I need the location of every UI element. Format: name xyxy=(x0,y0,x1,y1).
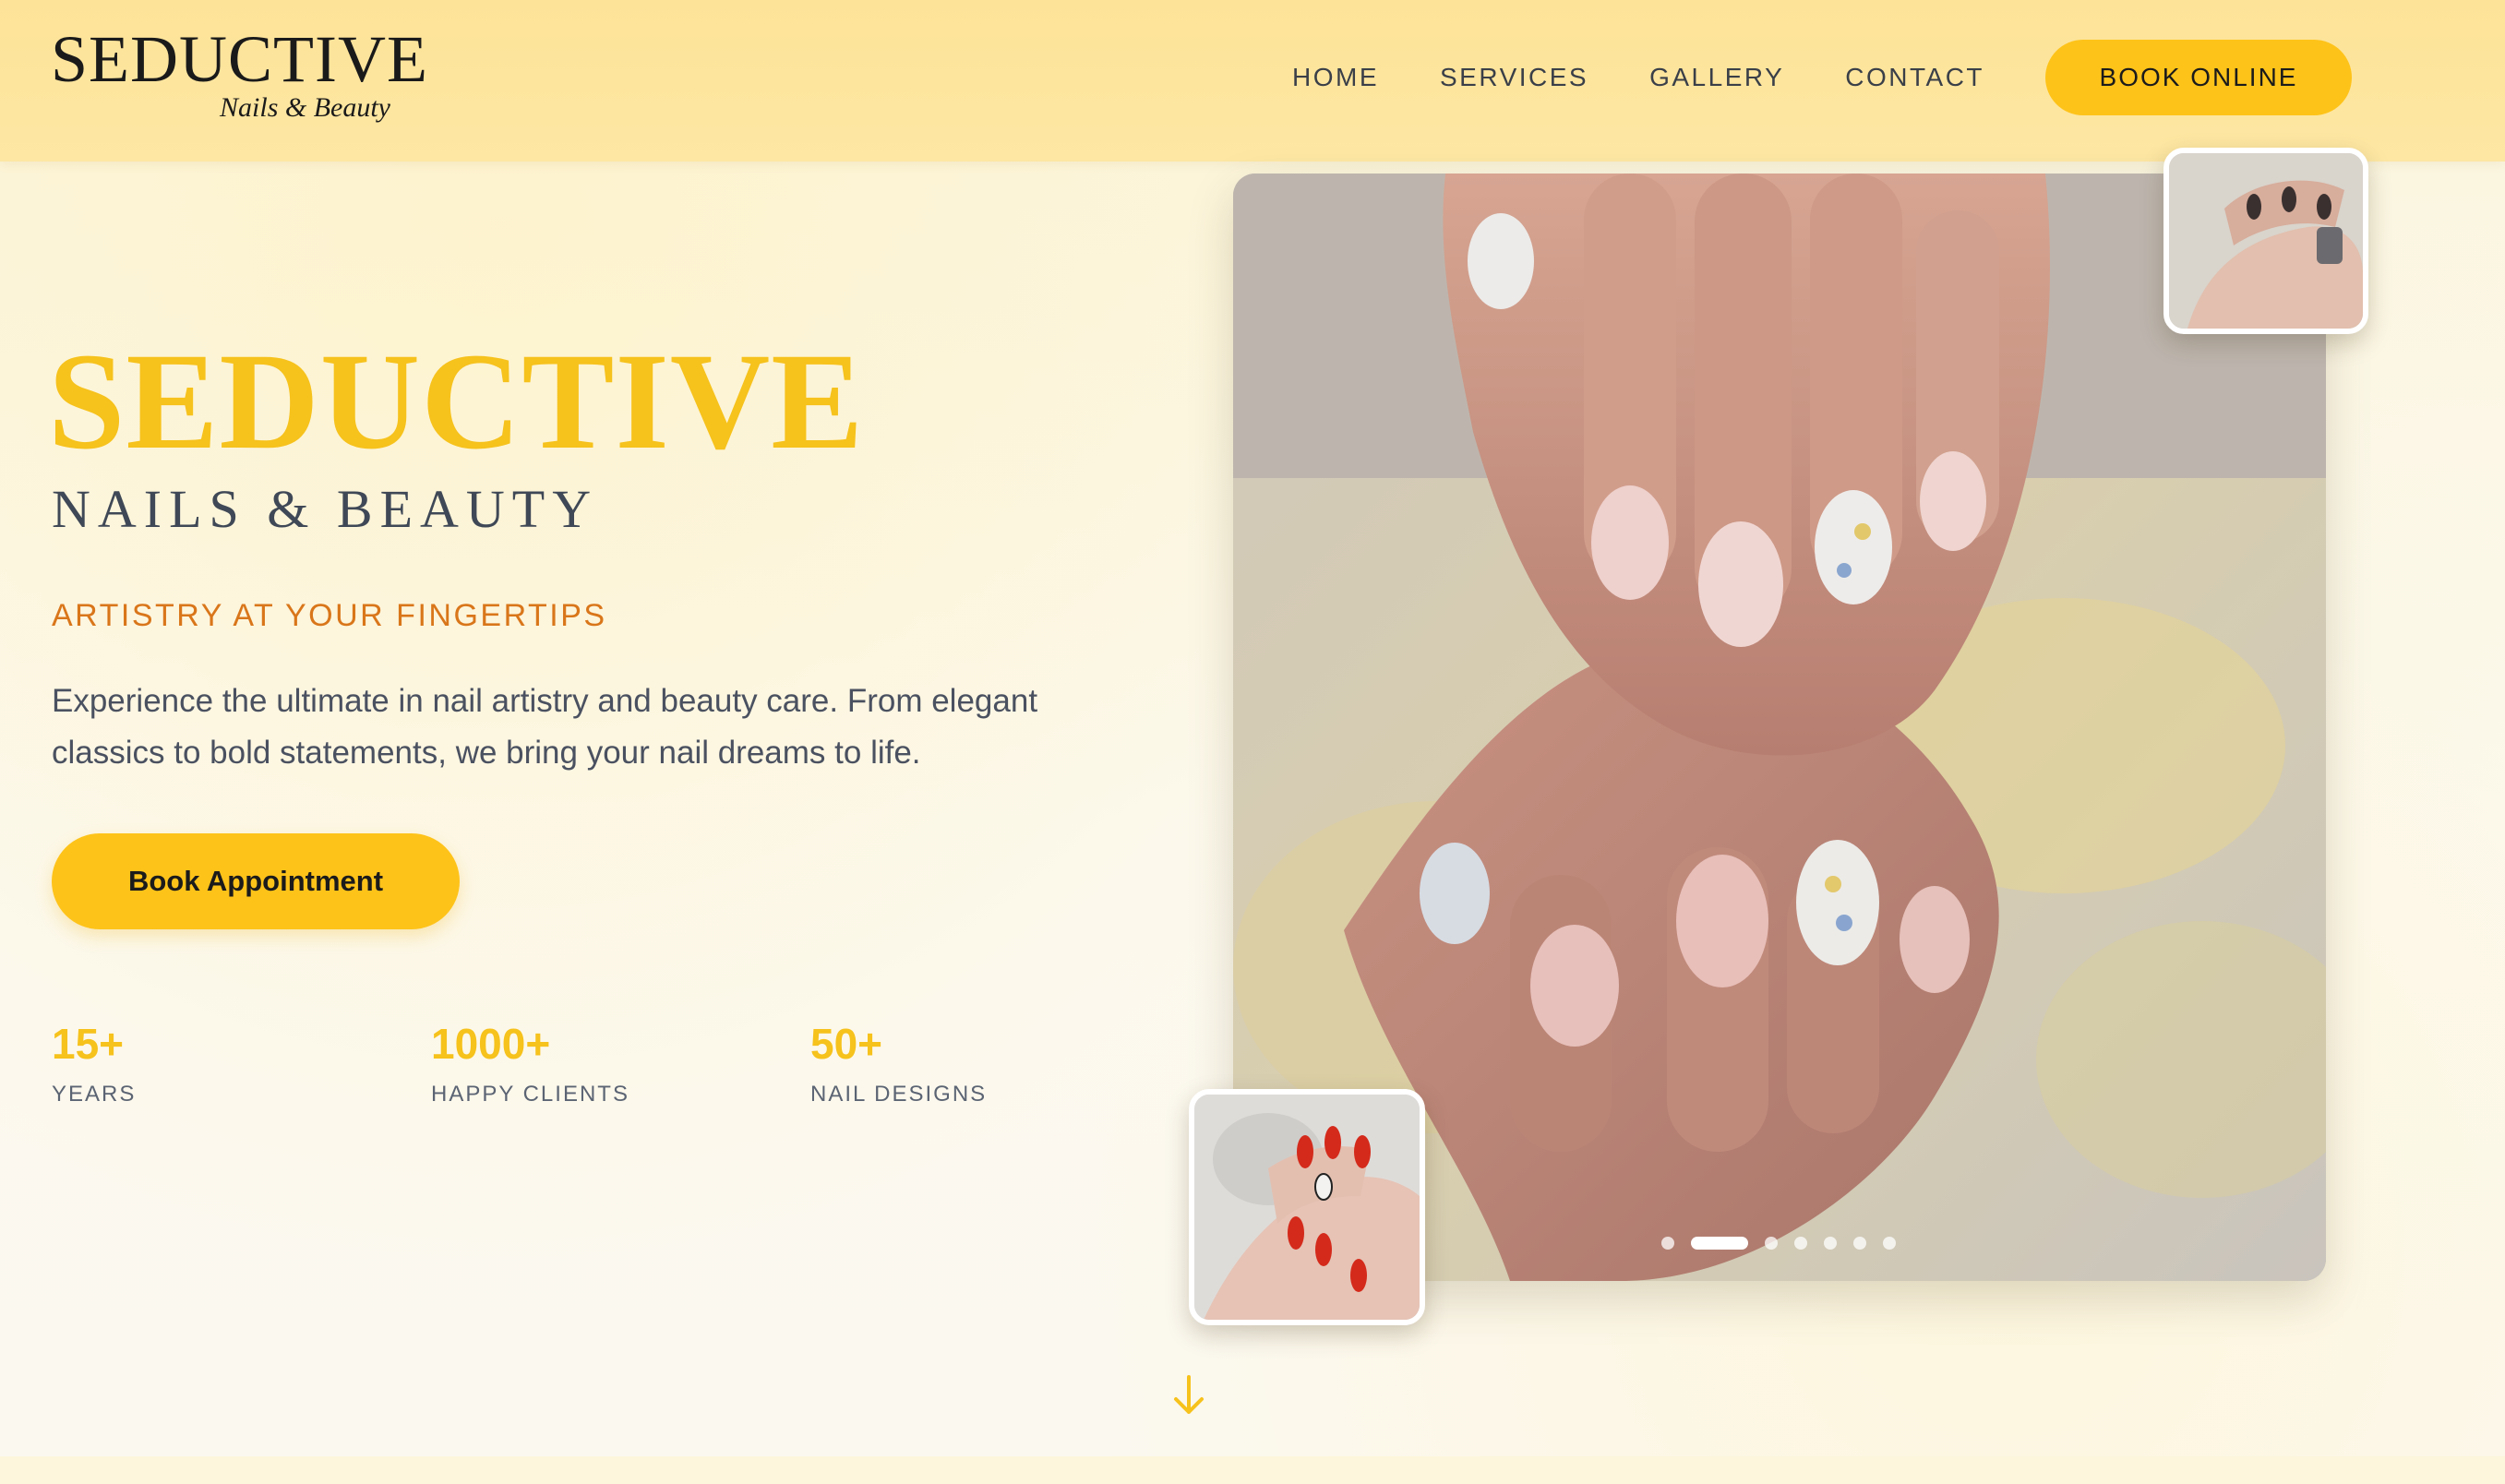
logo-wordmark: SEDUCTIVE xyxy=(51,22,428,96)
thumbnail-photo xyxy=(2169,153,2363,329)
site-header: SEDUCTIVE Nails & Beauty HOME SERVICES G… xyxy=(0,0,2505,162)
main-nav: HOME SERVICES GALLERY CONTACT BOOK ONLIN… xyxy=(1292,40,2353,115)
logo-subtitle: Nails & Beauty xyxy=(220,92,390,123)
nav-gallery[interactable]: GALLERY xyxy=(1649,63,1784,92)
nav-contact[interactable]: CONTACT xyxy=(1845,63,1984,92)
book-online-button[interactable]: BOOK ONLINE xyxy=(2045,40,2353,115)
carousel-dot[interactable] xyxy=(1853,1237,1866,1250)
carousel-dots xyxy=(1661,1237,1912,1250)
site-logo[interactable]: SEDUCTIVE Nails & Beauty xyxy=(51,26,427,127)
thumbnail-photo xyxy=(1194,1095,1420,1320)
book-appointment-button[interactable]: Book Appointment xyxy=(52,833,460,929)
carousel-dot-active[interactable] xyxy=(1691,1237,1748,1250)
stat-label: HAPPY CLIENTS xyxy=(431,1082,629,1107)
carousel-dot[interactable] xyxy=(1765,1237,1778,1250)
hero-title: SEDUCTIVE xyxy=(48,325,865,478)
nav-home[interactable]: HOME xyxy=(1292,63,1379,92)
stat-label: NAIL DESIGNS xyxy=(810,1082,988,1107)
nav-services[interactable]: SERVICES xyxy=(1440,63,1588,92)
scroll-down-arrow-icon[interactable] xyxy=(1170,1373,1207,1418)
stat-value: 1000+ xyxy=(431,1020,551,1068)
carousel-thumbnail-top[interactable] xyxy=(2163,148,2368,334)
carousel-thumbnail-bottom[interactable] xyxy=(1189,1089,1425,1325)
next-section-edge xyxy=(0,1456,2505,1484)
stat-years: 15+ YEARS xyxy=(52,1023,136,1107)
stat-label: YEARS xyxy=(52,1082,137,1107)
hero-subtitle: NAILS & BEAUTY xyxy=(52,479,599,539)
stat-nail-designs: 50+ NAIL DESIGNS xyxy=(810,1023,987,1107)
carousel-dot[interactable] xyxy=(1824,1237,1837,1250)
hero-description: Experience the ultimate in nail artistry… xyxy=(52,683,1038,771)
stat-value: 50+ xyxy=(810,1020,883,1068)
carousel-dot[interactable] xyxy=(1794,1237,1807,1250)
hero-tagline: ARTISTRY AT YOUR FINGERTIPS xyxy=(52,598,607,633)
stat-value: 15+ xyxy=(52,1020,125,1068)
carousel-dot[interactable] xyxy=(1661,1237,1674,1250)
stat-happy-clients: 1000+ HAPPY CLIENTS xyxy=(431,1023,629,1107)
carousel-dot[interactable] xyxy=(1883,1237,1896,1250)
